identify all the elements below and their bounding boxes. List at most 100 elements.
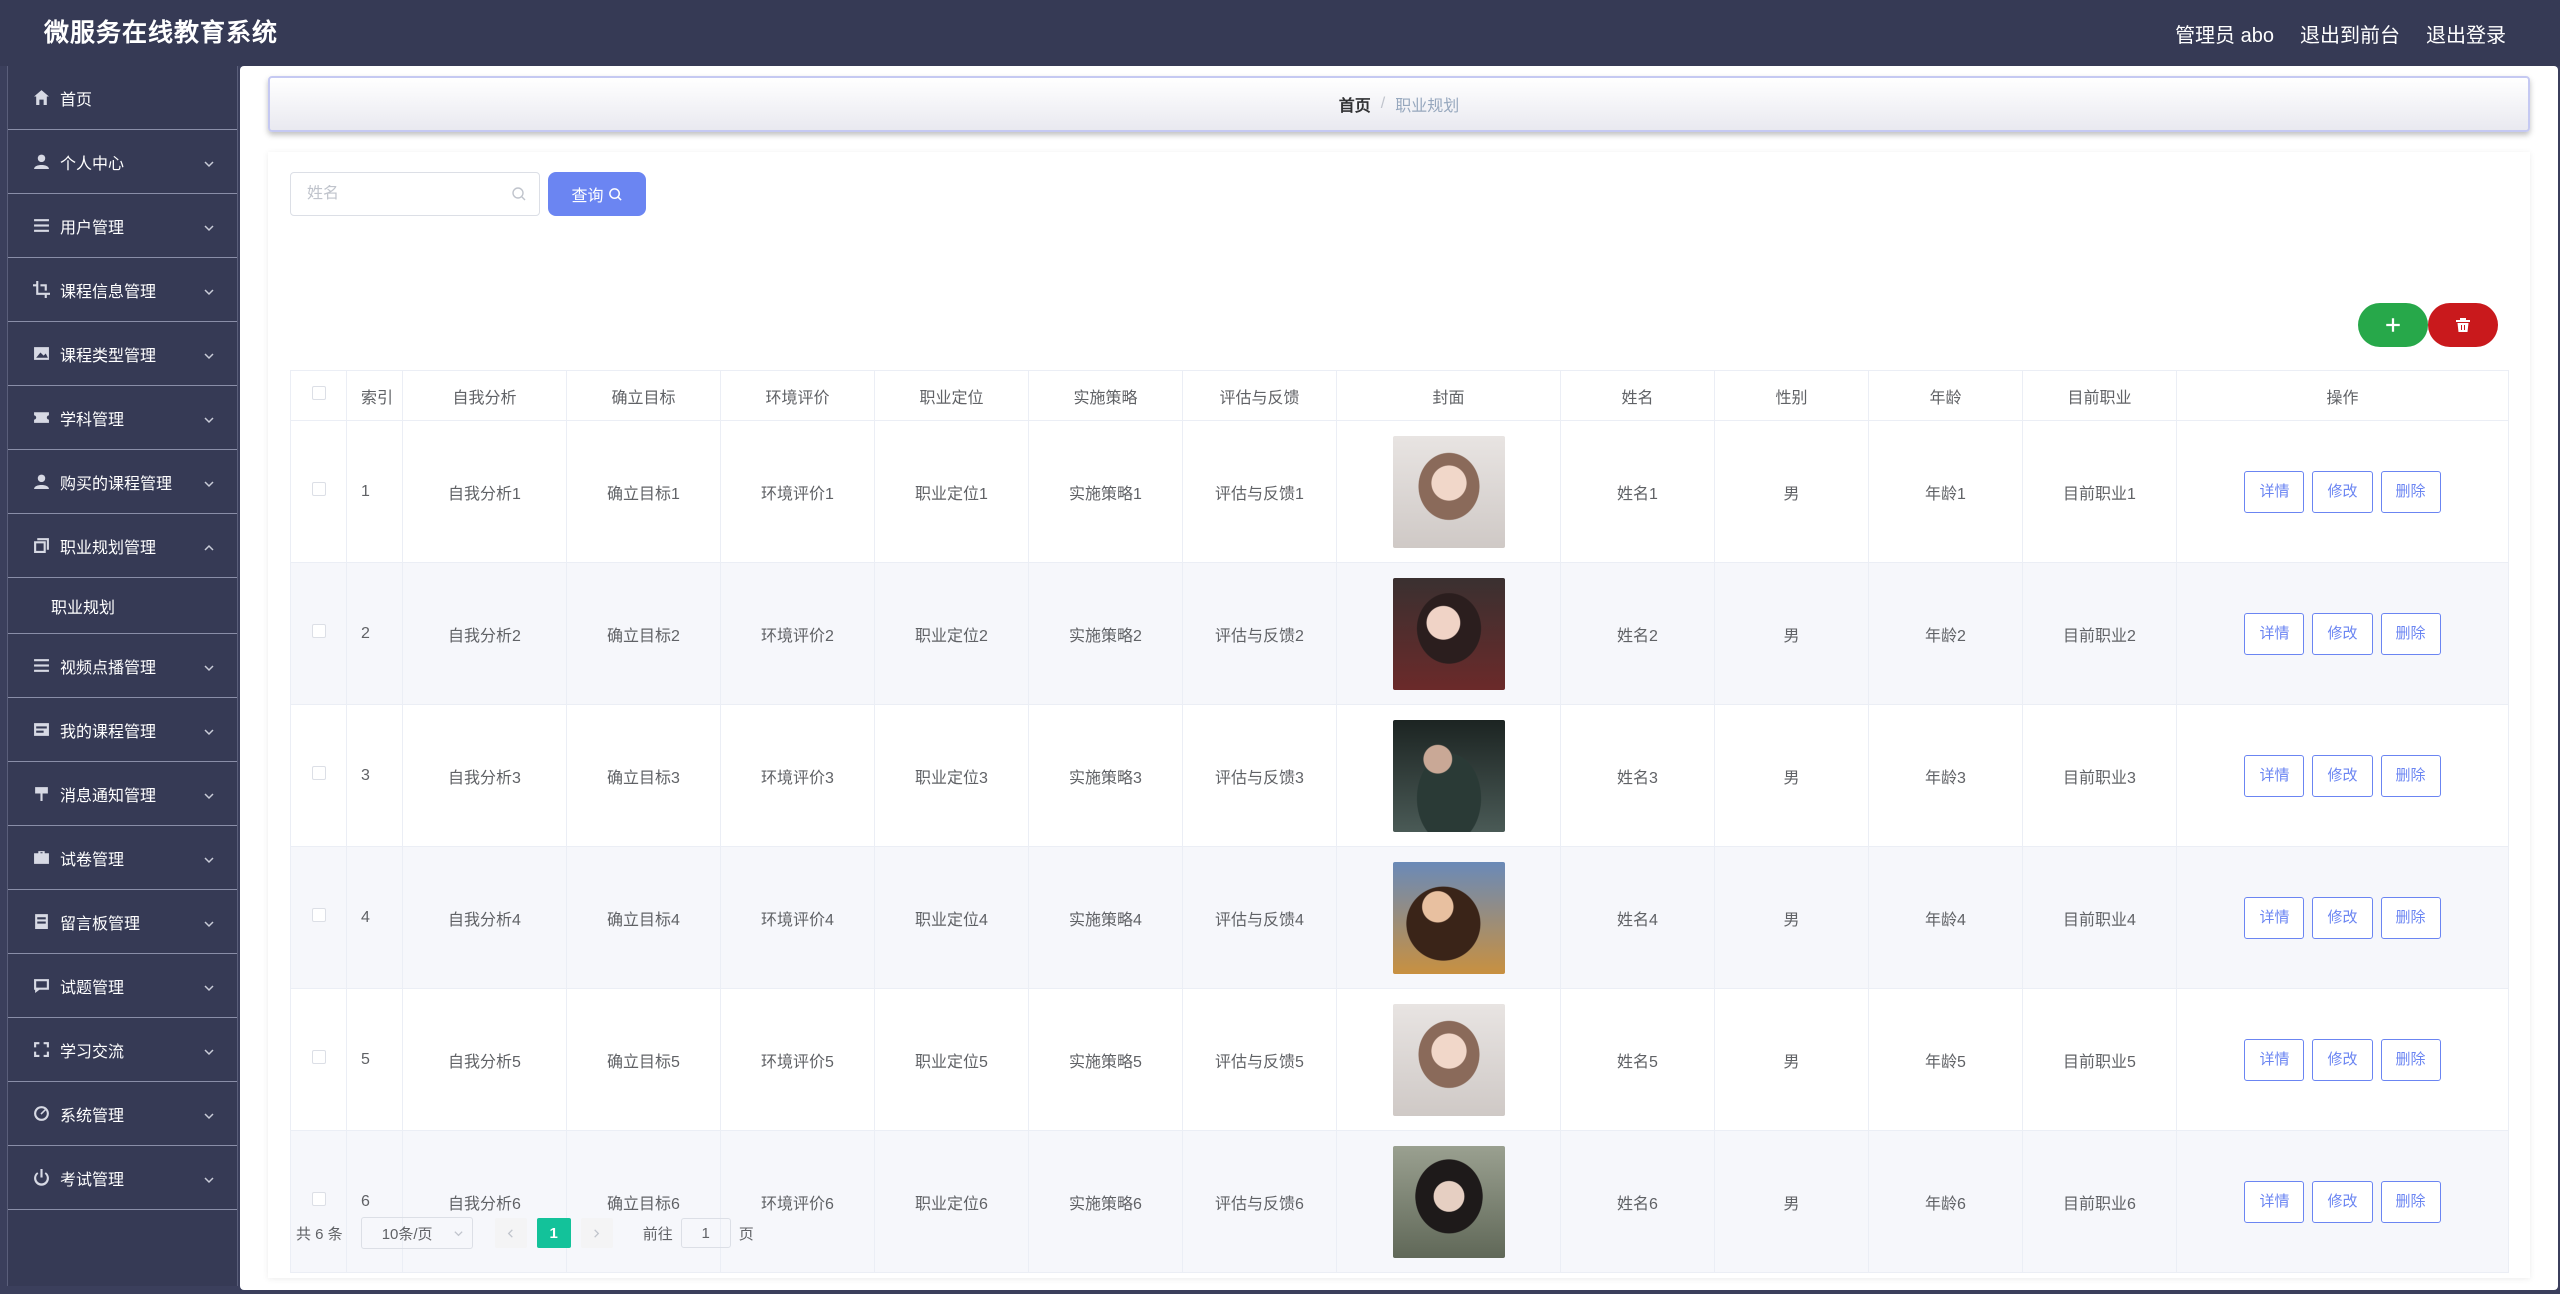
cell-feedback: 评估与反馈3 [1182, 704, 1337, 847]
crop-icon [32, 281, 50, 299]
detail-button[interactable]: 详情 [2244, 1038, 2305, 1081]
edit-button[interactable]: 修改 [2312, 1038, 2373, 1081]
table-header-row: 索引 自我分析 确立目标 环境评价 职业定位 实施策略 评估与反馈 封面 姓名 … [290, 370, 2509, 421]
table-row: 2 自我分析2 确立目标2 环境评价2 职业定位2 实施策略2 评估与反馈2 姓… [290, 562, 2509, 705]
cell-gender: 男 [1714, 1130, 1869, 1273]
sidebar-item-video-on-demand[interactable]: 视频点播管理 [8, 634, 237, 698]
detail-button[interactable]: 详情 [2244, 896, 2305, 939]
breadcrumb: 首页 / 职业规划 [268, 76, 2530, 132]
logout-link[interactable]: 退出登录 [2426, 19, 2506, 48]
page-size-value: 10条/页 [381, 1225, 433, 1243]
delete-button[interactable]: 删除 [2380, 612, 2441, 655]
user-icon [32, 153, 50, 171]
batch-delete-button[interactable] [2428, 303, 2498, 347]
row-checkbox[interactable] [311, 482, 326, 496]
cell-strategy: 实施策略4 [1028, 846, 1183, 989]
sidebar-item-purchased-courses[interactable]: 购买的课程管理 [8, 450, 237, 514]
sidebar-item-label: 个人中心 [60, 155, 125, 173]
sidebar-item-course-info[interactable]: 课程信息管理 [8, 258, 237, 322]
column-header: 环境评价 [720, 370, 875, 421]
chevron-down-icon [454, 1231, 463, 1237]
search-field[interactable] [290, 172, 540, 216]
edit-button[interactable]: 修改 [2312, 470, 2373, 513]
detail-button[interactable]: 详情 [2244, 754, 2305, 797]
select-all-cell[interactable] [290, 370, 347, 421]
add-button[interactable] [2358, 303, 2428, 347]
table-row: 4 自我分析4 确立目标4 环境评价4 职业定位4 实施策略4 评估与反馈4 姓… [290, 846, 2509, 989]
edit-button[interactable]: 修改 [2312, 1180, 2373, 1223]
submenu-career-planning[interactable]: 职业规划 [8, 578, 237, 634]
delete-button[interactable]: 删除 [2380, 754, 2441, 797]
detail-button[interactable]: 详情 [2244, 612, 2305, 655]
row-checkbox[interactable] [311, 624, 326, 638]
main-area: 首页 / 职业规划 查询 索引 自我分析 [240, 66, 2558, 1290]
sidebar-item-notifications[interactable]: 消息通知管理 [8, 762, 237, 826]
notebook-icon [32, 913, 50, 931]
edit-button[interactable]: 修改 [2312, 754, 2373, 797]
sidebar-item-questions[interactable]: 试题管理 [8, 954, 237, 1018]
column-header: 索引 [346, 370, 403, 421]
sidebar-item-label: 考试管理 [60, 1171, 125, 1189]
edit-button[interactable]: 修改 [2312, 612, 2373, 655]
select-all-checkbox[interactable] [311, 386, 326, 400]
detail-button[interactable]: 详情 [2244, 470, 2305, 513]
sidebar-item-course-type[interactable]: 课程类型管理 [8, 322, 237, 386]
cell-age: 年龄5 [1868, 988, 2023, 1131]
column-header: 职业定位 [874, 370, 1029, 421]
sidebar-item-label: 学习交流 [60, 1043, 125, 1061]
sidebar-item-my-courses[interactable]: 我的课程管理 [8, 698, 237, 762]
breadcrumb-home[interactable]: 首页 [1339, 92, 1371, 116]
cell-strategy: 实施策略2 [1028, 562, 1183, 705]
sidebar: 首页 个人中心 用户管理 课程信息管理 课程类型管理 学科管理 购买的课程管理 … [7, 66, 238, 1286]
edit-button[interactable]: 修改 [2312, 896, 2373, 939]
top-bar: 微服务在线教育系统 管理员 abo 退出到前台 退出登录 [0, 0, 2560, 66]
sidebar-item-label: 试卷管理 [60, 851, 125, 869]
sidebar-item-personal-center[interactable]: 个人中心 [8, 130, 237, 194]
detail-button[interactable]: 详情 [2244, 1180, 2305, 1223]
sidebar-item-study-exchange[interactable]: 学习交流 [8, 1018, 237, 1082]
delete-button[interactable]: 删除 [2380, 470, 2441, 513]
delete-button[interactable]: 删除 [2380, 1038, 2441, 1081]
query-button[interactable]: 查询 [548, 172, 646, 216]
page-size-select[interactable]: 10条/页 [360, 1217, 473, 1249]
sidebar-item-home[interactable]: 首页 [8, 66, 237, 130]
goto-page-input[interactable]: 1 [680, 1218, 731, 1248]
sidebar-item-career-planning[interactable]: 职业规划管理 [8, 514, 237, 578]
next-page-button[interactable] [580, 1218, 613, 1248]
cell-gender: 男 [1714, 846, 1869, 989]
cell-strategy: 实施策略5 [1028, 988, 1183, 1131]
cell-self-analysis: 自我分析3 [402, 704, 567, 847]
cell-cover [1336, 846, 1561, 989]
prev-page-button[interactable] [494, 1218, 527, 1248]
cell-name: 姓名6 [1560, 1130, 1715, 1273]
search-input[interactable] [307, 185, 517, 203]
cell-position: 职业定位6 [874, 1130, 1029, 1273]
exit-frontend-link[interactable]: 退出到前台 [2300, 19, 2400, 48]
cell-index: 2 [346, 562, 403, 705]
chevron-down-icon [203, 725, 214, 735]
sidebar-item-system[interactable]: 系统管理 [8, 1082, 237, 1146]
sidebar-item-user-management[interactable]: 用户管理 [8, 194, 237, 258]
cell-position: 职业定位5 [874, 988, 1029, 1131]
page-number-current[interactable]: 1 [536, 1218, 571, 1248]
career-plan-table: 索引 自我分析 确立目标 环境评价 职业定位 实施策略 评估与反馈 封面 姓名 … [290, 370, 2509, 1273]
delete-button[interactable]: 删除 [2380, 896, 2441, 939]
sidebar-item-subject[interactable]: 学科管理 [8, 386, 237, 450]
breadcrumb-current: 职业规划 [1395, 98, 1460, 115]
sidebar-item-exam[interactable]: 考试管理 [8, 1146, 237, 1210]
cell-name: 姓名4 [1560, 846, 1715, 989]
row-checkbox[interactable] [311, 1192, 326, 1206]
row-checkbox[interactable] [311, 908, 326, 922]
row-checkbox[interactable] [311, 766, 326, 780]
cell-age: 年龄2 [1868, 562, 2023, 705]
column-header: 实施策略 [1028, 370, 1183, 421]
chevron-right-icon [594, 1228, 600, 1238]
cell-self-analysis: 自我分析4 [402, 846, 567, 989]
cell-feedback: 评估与反馈6 [1182, 1130, 1337, 1273]
delete-button[interactable]: 删除 [2380, 1180, 2441, 1223]
sidebar-item-message-board[interactable]: 留言板管理 [8, 890, 237, 954]
cell-env: 环境评价5 [720, 988, 875, 1131]
row-checkbox[interactable] [311, 1050, 326, 1064]
sidebar-item-exam-papers[interactable]: 试卷管理 [8, 826, 237, 890]
chevron-down-icon [203, 349, 214, 359]
